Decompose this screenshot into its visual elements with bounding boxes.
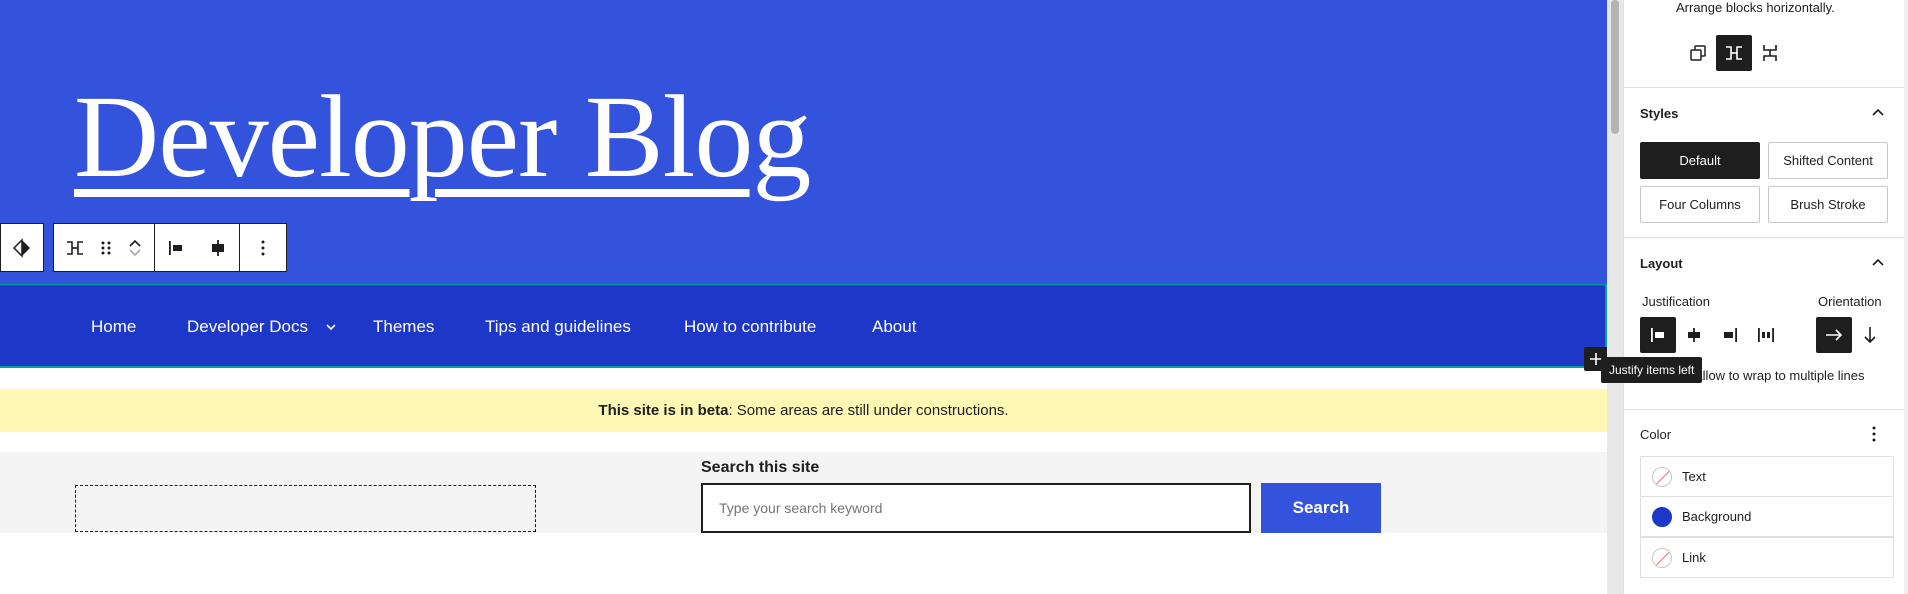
color-background-label: Background [1682,509,1752,524]
style-brush-stroke-button[interactable]: Brush Stroke [1768,186,1888,223]
search-label: Search this site [701,459,820,476]
justify-center-icon [1688,328,1700,342]
move-down-icon[interactable] [128,248,142,258]
move-up-icon[interactable] [128,238,142,248]
more-vertical-icon [261,240,265,255]
search-section: Search this site Search [0,452,1607,533]
link-color-swatch [1652,547,1672,568]
row-block-icon [67,240,83,255]
orientation-label: Orientation [1818,294,1882,309]
empty-block-placeholder[interactable] [75,485,536,532]
navigation-block[interactable]: Home Developer Docs Themes Tips and guid… [0,284,1607,368]
variation-row-button[interactable] [1716,35,1752,71]
color-panel-title: Color [1640,427,1672,442]
row-icon [1726,46,1742,60]
color-panel: Color Text Background Link [1624,410,1906,594]
block-tools-group [53,223,287,272]
justification-label: Justification [1642,294,1710,309]
styles-panel-title: Styles [1640,106,1679,121]
style-default-button[interactable]: Default [1640,142,1760,179]
color-link-label: Link [1682,550,1706,565]
nav-item-home[interactable]: Home [91,317,136,337]
block-toolbar [0,223,287,272]
group-icon [1690,45,1706,61]
nav-item-about[interactable]: About [872,317,916,337]
color-link-item[interactable]: Link [1640,537,1894,578]
options-button[interactable] [240,224,286,271]
site-title[interactable]: Developer Blog [74,78,811,196]
more-vertical-icon[interactable] [1872,426,1876,442]
block-variation-panel: Arrange blocks horizontally. [1624,0,1906,88]
styles-panel: Styles Default Shifted Content Four Colu… [1624,88,1906,238]
justify-space-between-button[interactable] [1748,317,1784,353]
background-color-swatch [1652,506,1672,527]
beta-banner-text: : Some areas are still under constructio… [728,402,1009,419]
nav-item-tips[interactable]: Tips and guidelines [485,317,631,337]
justify-right-icon [1724,328,1737,342]
color-text-label: Text [1682,469,1706,484]
justify-left-icon [169,240,182,255]
chevron-up-icon[interactable] [1872,108,1884,116]
variation-stack-button[interactable] [1752,35,1788,71]
nav-item-contribute[interactable]: How to contribute [684,317,816,337]
move-buttons [116,224,154,271]
justify-center-button[interactable] [1676,317,1712,353]
orientation-horizontal-button[interactable] [1816,317,1852,353]
drag-handle[interactable] [96,224,116,271]
canvas-scrollbar[interactable] [1607,0,1623,594]
nav-item-themes[interactable]: Themes [373,317,434,337]
block-parent-group [0,223,44,272]
justify-left-button[interactable] [1640,317,1676,353]
justify-right-button[interactable] [1712,317,1748,353]
align-center-icon [212,239,224,256]
arrow-right-icon [1826,329,1843,341]
block-settings-sidebar: Arrange blocks horizontally. Styles Defa… [1623,0,1908,594]
nav-item-developer-docs[interactable]: Developer Docs [187,317,308,337]
style-shifted-content-button[interactable]: Shifted Content [1768,142,1888,179]
variation-group-button[interactable] [1680,35,1716,71]
drag-icon [101,241,111,254]
search-input[interactable] [701,483,1251,533]
style-four-columns-button[interactable]: Four Columns [1640,186,1760,223]
navigation-block-icon [12,237,30,258]
orientation-vertical-button[interactable] [1852,317,1888,353]
layout-panel-title: Layout [1640,256,1683,271]
space-between-icon [1758,328,1774,342]
justify-left-icon [1651,328,1664,342]
search-button[interactable]: Search [1261,483,1381,533]
chevron-up-icon[interactable] [1872,258,1884,266]
variation-description: Arrange blocks horizontally. [1676,0,1835,15]
sidebar-scrollbar[interactable] [1904,0,1908,594]
color-background-item[interactable]: Background [1640,496,1894,537]
beta-banner-bold: This site is in beta [598,402,729,419]
block-type-button[interactable] [54,224,96,271]
justify-left-tooltip: Justify items left [1601,357,1703,383]
vertical-align-toolbar-button[interactable] [197,224,239,271]
chevron-down-icon[interactable] [326,323,336,331]
canvas-scrollbar-thumb[interactable] [1611,0,1619,134]
editor-canvas: Developer Blog Home Developer Docs Theme… [0,0,1607,594]
select-parent-button[interactable] [1,224,43,271]
text-color-swatch [1652,466,1672,487]
color-text-item[interactable]: Text [1640,456,1894,497]
stack-icon [1763,45,1777,61]
wrap-toggle-label[interactable]: Allow to wrap to multiple lines [1694,368,1865,383]
justify-left-toolbar-button[interactable] [155,224,197,271]
beta-banner: This site is in beta: Some areas are sti… [0,389,1607,432]
arrow-down-icon [1864,327,1876,344]
